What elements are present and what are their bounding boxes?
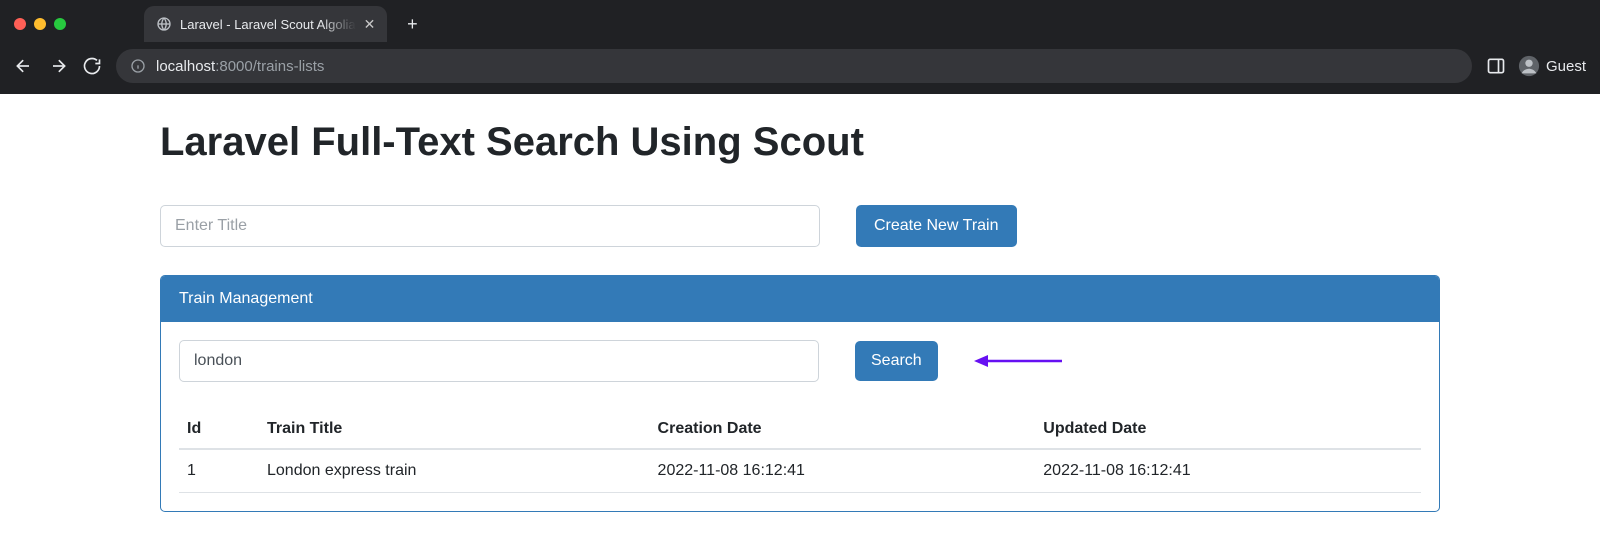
url-host: localhost bbox=[156, 58, 215, 75]
panel-body: Search Id Train Title Creation Date Upda… bbox=[161, 322, 1439, 511]
col-title: Train Title bbox=[259, 410, 650, 449]
window-maximize-button[interactable] bbox=[54, 18, 66, 30]
panel-toggle-icon[interactable] bbox=[1486, 56, 1506, 76]
annotation-arrow-icon bbox=[974, 351, 1064, 371]
reload-button[interactable] bbox=[82, 56, 102, 76]
table-header-row: Id Train Title Creation Date Updated Dat… bbox=[179, 410, 1421, 449]
cell-created: 2022-11-08 16:12:41 bbox=[650, 449, 1036, 493]
train-management-panel: Train Management Search Id Train Title bbox=[160, 275, 1440, 512]
title-input[interactable] bbox=[160, 205, 820, 247]
col-updated: Updated Date bbox=[1035, 410, 1421, 449]
tab-title: Laravel - Laravel Scout Algolia bbox=[180, 17, 356, 32]
profile-button[interactable]: Guest bbox=[1518, 55, 1586, 77]
address-text: localhost:8000/trains-lists bbox=[156, 58, 324, 75]
browser-tab[interactable]: Laravel - Laravel Scout Algolia ✕ bbox=[144, 6, 387, 42]
window-minimize-button[interactable] bbox=[34, 18, 46, 30]
page-title: Laravel Full-Text Search Using Scout bbox=[160, 120, 1440, 165]
table-row: 1London express train2022-11-08 16:12:41… bbox=[179, 449, 1421, 493]
page-content: Laravel Full-Text Search Using Scout Cre… bbox=[0, 94, 1600, 512]
profile-label: Guest bbox=[1546, 58, 1586, 75]
new-tab-button[interactable]: + bbox=[397, 9, 427, 39]
address-bar[interactable]: localhost:8000/trains-lists bbox=[116, 49, 1472, 83]
cell-id: 1 bbox=[179, 449, 259, 493]
create-train-button[interactable]: Create New Train bbox=[856, 205, 1017, 247]
site-info-icon[interactable] bbox=[130, 58, 146, 74]
tab-close-icon[interactable]: ✕ bbox=[364, 16, 376, 33]
forward-button[interactable] bbox=[48, 56, 68, 76]
window-controls bbox=[14, 18, 66, 30]
col-id: Id bbox=[179, 410, 259, 449]
globe-icon bbox=[156, 16, 172, 32]
search-row: Search bbox=[179, 340, 1421, 382]
back-button[interactable] bbox=[14, 56, 34, 76]
cell-title: London express train bbox=[259, 449, 650, 493]
browser-chrome: Laravel - Laravel Scout Algolia ✕ + loca… bbox=[0, 0, 1600, 94]
profile-icon bbox=[1518, 55, 1540, 77]
panel-header: Train Management bbox=[161, 276, 1439, 322]
create-train-row: Create New Train bbox=[160, 205, 1440, 247]
trains-table: Id Train Title Creation Date Updated Dat… bbox=[179, 410, 1421, 493]
search-input[interactable] bbox=[179, 340, 819, 382]
window-close-button[interactable] bbox=[14, 18, 26, 30]
browser-toolbar: localhost:8000/trains-lists Guest bbox=[0, 48, 1600, 94]
cell-updated: 2022-11-08 16:12:41 bbox=[1035, 449, 1421, 493]
tab-strip: Laravel - Laravel Scout Algolia ✕ + bbox=[0, 0, 1600, 48]
col-created: Creation Date bbox=[650, 410, 1036, 449]
search-button[interactable]: Search bbox=[855, 341, 938, 381]
url-path: :8000/trains-lists bbox=[215, 58, 324, 75]
